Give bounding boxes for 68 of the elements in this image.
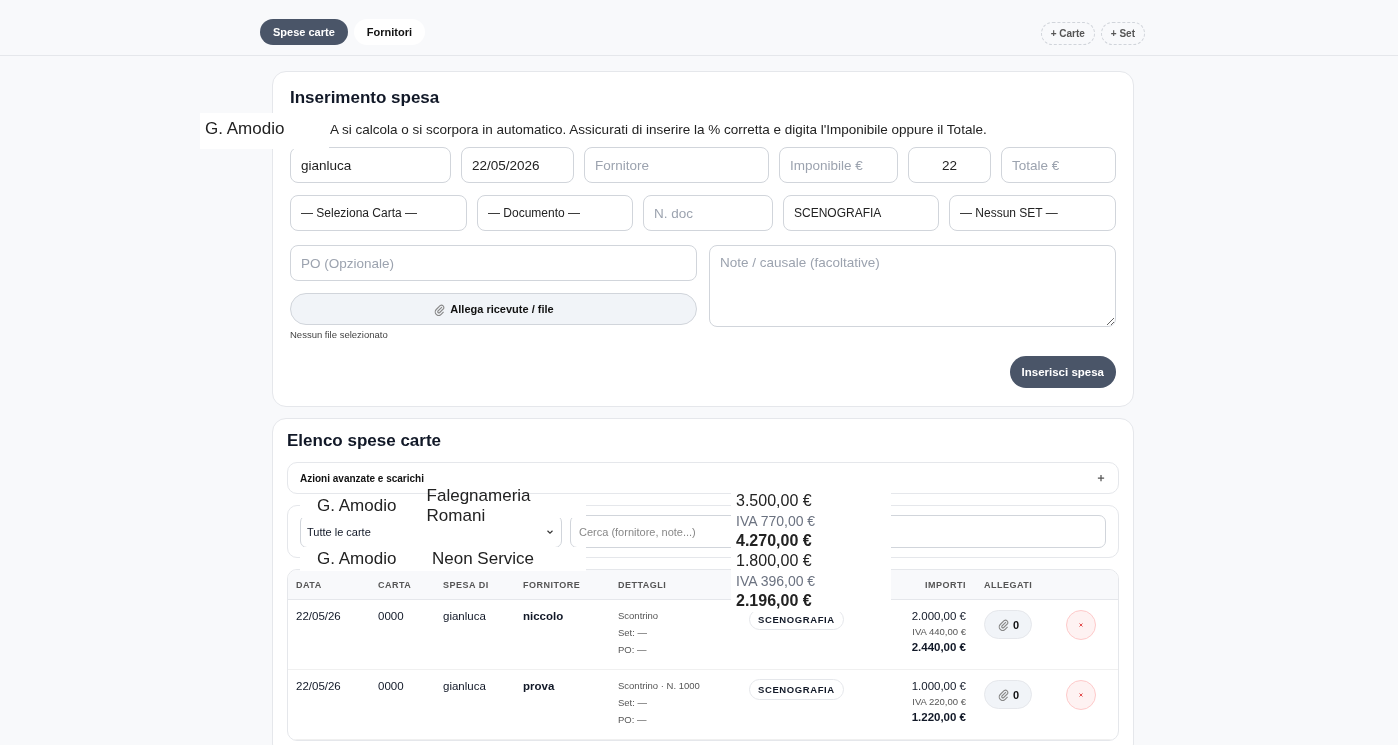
set-text: Set: — [618,627,649,638]
plus-icon [1096,473,1106,483]
person-name: G. Amodio [317,549,398,569]
column-header: FORNITORE [523,579,582,590]
document-text: Scontrino · N. 1000 [618,680,701,691]
input-field[interactable]: N. doc [643,195,773,231]
vat-amount: IVA 770,00 € [736,512,817,531]
table-cell-text: 22/05/26 [296,610,342,624]
vat-amount: IVA 220,00 € [912,696,966,707]
table-cell-text: niccolo [523,610,565,624]
paperclip-icon [433,302,447,316]
column-header: ALLEGATI [983,579,1034,590]
submit-button[interactable]: Inserisci spesa [1009,356,1116,388]
name-tooltip: G. Amodio [200,113,329,149]
vat-amount: IVA 440,00 € [912,626,966,637]
set-text: Set: — [618,697,649,708]
close-icon [1077,690,1085,699]
input-field[interactable]: Totale € [1001,147,1116,183]
tab[interactable]: Fornitori [353,19,425,45]
section-title: Elenco spese carte [287,431,443,451]
total-amount: 4.270,00 € [736,531,813,551]
column-header: IMPORTI [924,579,966,590]
person-name: G. Amodio [317,496,398,516]
tab[interactable]: Spese carte [260,19,348,45]
table-cell-text: gianluca [443,610,487,624]
total-amount: 2.196,00 € [736,591,813,611]
input-field[interactable]: Imponibile € [779,147,898,183]
section-title: Inserimento spesa [290,88,441,108]
attachments-button[interactable]: 0 [984,610,1033,639]
select-field[interactable]: — Seleziona Carta — [290,195,467,231]
attachments-button[interactable]: 0 [984,680,1033,709]
table-cell-text: 22/05/26 [296,680,342,694]
document-text: Scontrino [618,610,660,621]
select-value: Tutte le carte [307,525,371,538]
total-amount: 1.220,00 € [911,711,966,723]
total-amount: 2.440,00 € [911,641,966,653]
input-field[interactable]: PO (Opzionale) [290,245,697,281]
table-cell-text: prova [523,680,556,694]
input-field[interactable]: 22/05/2026 [461,147,574,183]
input-field[interactable]: gianluca [290,147,451,183]
table-cell-text: 0000 [378,680,405,694]
input-field[interactable]: Fornitore [584,147,769,183]
delete-button[interactable] [1066,680,1096,710]
po-text: PO: — [618,644,648,655]
select-field[interactable]: — Documento — [477,195,633,231]
file-status: Nessun file selezionato [290,329,389,340]
close-icon [1077,620,1085,629]
supplier-name: Neon Service [432,549,535,569]
net-amount: 2.000,00 € [911,610,966,622]
paperclip-icon [997,688,1010,701]
net-amount: 3.500,00 € [736,491,813,511]
notes-field[interactable]: Note / causale (facoltative) [709,245,1116,327]
vat-amount: IVA 396,00 € [736,572,817,591]
po-text: PO: — [618,714,648,725]
net-amount: 1.800,00 € [736,551,813,571]
attach-button[interactable]: Allega ricevute / file [290,293,697,325]
column-header: CARTA [378,579,413,590]
input-field[interactable]: 22 [908,147,991,183]
select-field[interactable]: SCENOGRAFIA [783,195,939,231]
table-cell-text: 0000 [378,610,405,624]
delete-button[interactable] [1066,610,1096,640]
select-field[interactable]: — Nessun SET — [949,195,1116,231]
table-cell-text: gianluca [443,680,487,694]
hint-text: A si calcola o si scorpora in automatico. Assicurati di inserire la % corretta e digita l'Imponibile oppure il Totale. [330,122,988,137]
paperclip-icon [997,618,1010,631]
column-header: DATA [296,579,323,590]
column-header: SPESA DI [443,579,490,590]
net-amount: 1.000,00 € [911,680,966,692]
